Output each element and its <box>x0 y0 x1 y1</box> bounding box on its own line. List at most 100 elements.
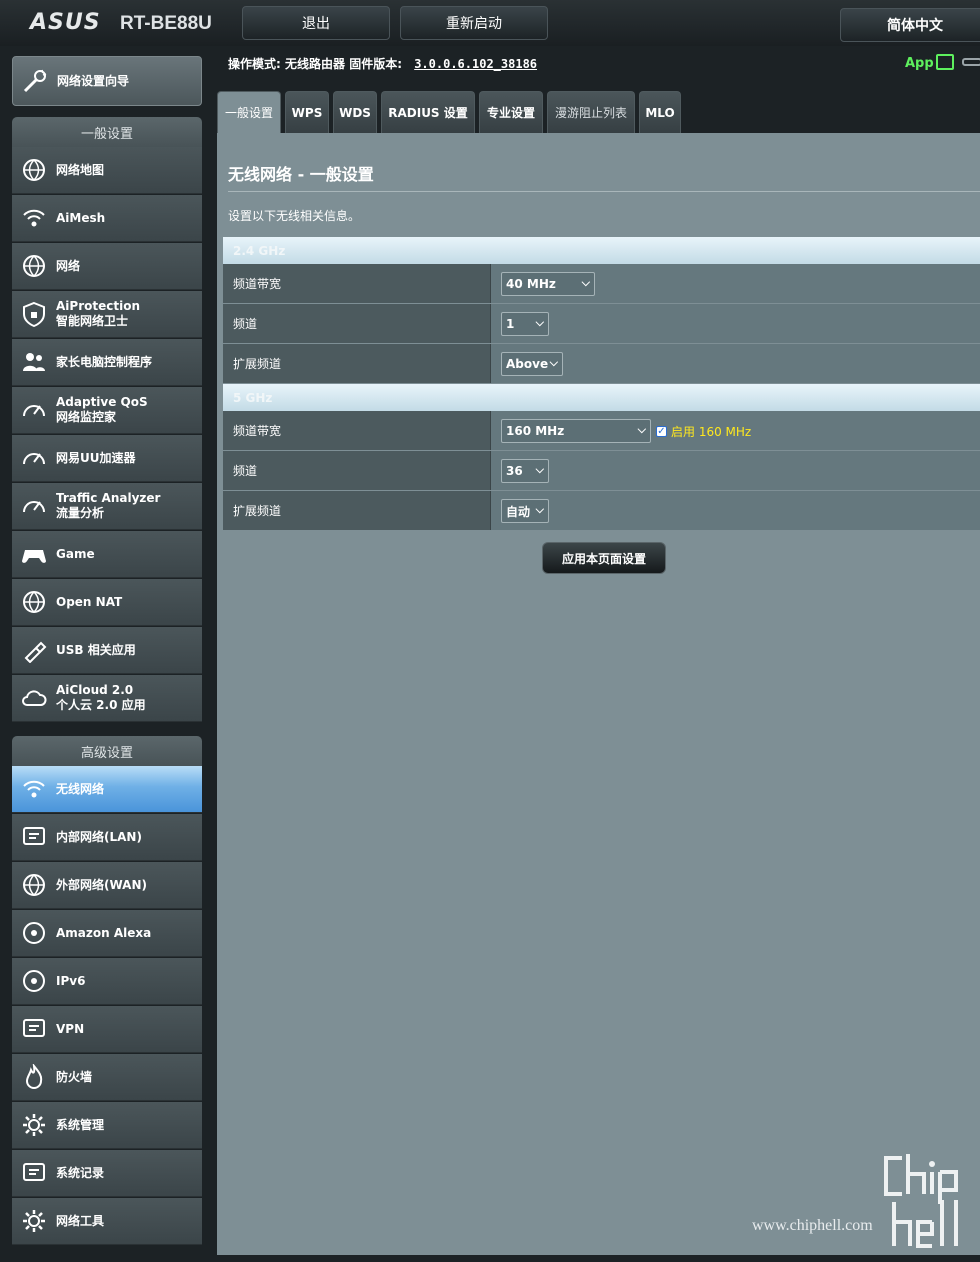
sidebar-item-advanced-6[interactable]: VPN <box>12 1006 202 1053</box>
sidebar-item-advanced-2[interactable]: 内部网络(LAN) <box>12 814 202 861</box>
select-24-channel[interactable]: 1 ⌵ <box>501 312 549 336</box>
row-label: 频道带宽 <box>223 411 490 450</box>
tab-professional[interactable]: 专业设置 <box>479 91 543 133</box>
tab-general[interactable]: 一般设置 <box>217 91 281 133</box>
chevron-down-icon: ⌵ <box>535 463 544 476</box>
chevron-down-icon: ⌵ <box>535 316 544 329</box>
select-5-bandwidth[interactable]: 160 MHz ⌵ <box>501 419 651 443</box>
parental-control-icon <box>20 348 48 376</box>
row-24-ext-channel: 扩展频道 Above ⌵ <box>223 344 980 383</box>
tab-roaming-block-list[interactable]: 漫游阻止列表 <box>547 91 635 133</box>
general-section-title: 一般设置 <box>12 117 202 147</box>
network-map-icon <box>20 156 48 184</box>
menu-item-label: VPN <box>56 1021 85 1036</box>
firmware-version-link[interactable]: 3.0.0.6.102_38186 <box>414 57 537 71</box>
sidebar-item-advanced-3[interactable]: 外部网络(WAN) <box>12 862 202 909</box>
mode-value[interactable]: 无线路由器 <box>285 57 345 71</box>
menu-item-sublabel: 网络监控家 <box>56 410 117 424</box>
menu-item-label: 防火墙 <box>56 1069 93 1084</box>
row-label: 频道带宽 <box>223 264 490 303</box>
row-5-bandwidth: 频道带宽 160 MHz ⌵ ✓ 启用 160 MHz <box>223 411 980 450</box>
logout-button[interactable]: 退出 <box>242 6 390 40</box>
row-label: 扩展频道 <box>223 344 490 383</box>
quick-setup-wizard-button[interactable]: 网络设置向导 <box>12 56 202 106</box>
band-header-5ghz: 5 GHz <box>223 384 980 411</box>
row-5-channel: 频道 36 ⌵ <box>223 451 980 490</box>
chevron-down-icon: ⌵ <box>581 276 590 289</box>
sidebar-item-advanced-8[interactable]: 系统管理 <box>12 1102 202 1149</box>
vpn-icon <box>20 1015 48 1043</box>
select-24-bandwidth[interactable]: 40 MHz ⌵ <box>501 272 595 296</box>
sidebar-item-general-2[interactable]: AiMesh <box>12 195 202 242</box>
menu-item-label: AiCloud 2.0 <box>56 683 134 697</box>
asus-logo: ASUS <box>30 10 101 35</box>
sidebar-item-general-3[interactable]: 网络 <box>12 243 202 290</box>
chevron-down-icon: ⌵ <box>535 503 544 516</box>
lan-icon <box>20 823 48 851</box>
tab-wps[interactable]: WPS <box>285 91 329 133</box>
row-24-bandwidth: 频道带宽 40 MHz ⌵ <box>223 264 980 303</box>
sidebar-item-advanced-10[interactable]: 网络工具 <box>12 1198 202 1245</box>
band-header-24ghz: 2.4 GHz <box>223 237 980 264</box>
sidebar-item-general-6[interactable]: Adaptive QoS 网络监控家 <box>12 387 202 434</box>
page-title: 无线网络 - 一般设置 <box>228 165 374 184</box>
chevron-down-icon: ⌵ <box>637 423 646 436</box>
menu-item-sublabel: 个人云 2.0 应用 <box>56 698 146 712</box>
sidebar-item-advanced-5[interactable]: IPv6 <box>12 958 202 1005</box>
menu-item-label: AiMesh <box>56 210 106 225</box>
menu-item-label: 网络地图 <box>56 162 105 177</box>
menu-item-label: 网络工具 <box>56 1213 105 1228</box>
advanced-section-title: 高级设置 <box>12 736 202 766</box>
shield-icon <box>20 300 48 328</box>
sidebar-item-general-5[interactable]: 家长电脑控制程序 <box>12 339 202 386</box>
enable-160mhz-checkbox[interactable]: ✓ <box>656 426 667 437</box>
tab-radius[interactable]: RADIUS 设置 <box>381 91 475 133</box>
sidebar-item-advanced-1[interactable]: 无线网络 <box>12 766 202 813</box>
sidebar-item-general-1[interactable]: 网络地图 <box>12 147 202 194</box>
globe-network-icon <box>20 252 48 280</box>
menu-item-label: 家长电脑控制程序 <box>56 354 153 369</box>
sidebar-item-advanced-4[interactable]: Amazon Alexa <box>12 910 202 957</box>
sidebar-item-general-10[interactable]: Open NAT <box>12 579 202 626</box>
sidebar-item-general-12[interactable]: AiCloud 2.0 个人云 2.0 应用 <box>12 675 202 722</box>
wan-globe-icon <box>20 871 48 899</box>
menu-item-label: IPv6 <box>56 973 86 988</box>
language-select[interactable]: 简体中文 <box>840 8 980 42</box>
row-24-channel: 频道 1 ⌵ <box>223 304 980 343</box>
gamepad-icon <box>20 540 48 568</box>
apply-settings-button[interactable]: 应用本页面设置 <box>542 542 666 574</box>
menu-item-label: 网络 <box>56 258 81 273</box>
menu-item-label: Game <box>56 546 95 561</box>
chiphell-logo-icon <box>884 1154 958 1248</box>
wizard-label: 网络设置向导 <box>57 73 130 88</box>
sidebar-item-general-11[interactable]: USB 相关应用 <box>12 627 202 674</box>
chevron-down-icon: ⌵ <box>549 356 558 369</box>
row-label: 频道 <box>223 451 490 490</box>
sidebar-item-general-7[interactable]: 网易UU加速器 <box>12 435 202 482</box>
row-label: 扩展频道 <box>223 491 490 530</box>
sidebar-item-general-8[interactable]: Traffic Analyzer 流量分析 <box>12 483 202 530</box>
menu-item-label: 网易UU加速器 <box>56 450 136 465</box>
menu-item-label: Adaptive QoS <box>56 395 148 409</box>
tab-mlo[interactable]: MLO <box>639 91 681 133</box>
select-5-channel[interactable]: 36 ⌵ <box>501 459 549 483</box>
sidebar-item-advanced-9[interactable]: 系统记录 <box>12 1150 202 1197</box>
select-24-ext-channel[interactable]: Above ⌵ <box>501 352 563 376</box>
watermark-url: www.chiphell.com <box>752 1217 873 1234</box>
tab-wds[interactable]: WDS <box>333 91 377 133</box>
router-model: RT-BE88U <box>120 13 212 34</box>
usb-icon <box>20 636 48 664</box>
top-bar: ASUS RT-BE88U 退出 重新启动 简体中文 <box>0 0 980 46</box>
sidebar-item-general-9[interactable]: Game <box>12 531 202 578</box>
reboot-button[interactable]: 重新启动 <box>400 6 548 40</box>
app-link[interactable]: App <box>905 56 934 71</box>
select-5-ext-channel[interactable]: 自动 ⌵ <box>501 499 549 523</box>
enable-160mhz-option[interactable]: ✓ 启用 160 MHz <box>656 423 751 440</box>
app-window-icon[interactable] <box>936 54 954 70</box>
menu-item-label: 外部网络(WAN) <box>56 877 147 892</box>
sidebar-item-advanced-7[interactable]: 防火墙 <box>12 1054 202 1101</box>
sidebar-item-general-4[interactable]: AiProtection 智能网络卫士 <box>12 291 202 338</box>
traffic-analyzer-icon <box>20 492 48 520</box>
cloud-icon <box>20 684 48 712</box>
usb-status-icon[interactable] <box>962 58 980 66</box>
